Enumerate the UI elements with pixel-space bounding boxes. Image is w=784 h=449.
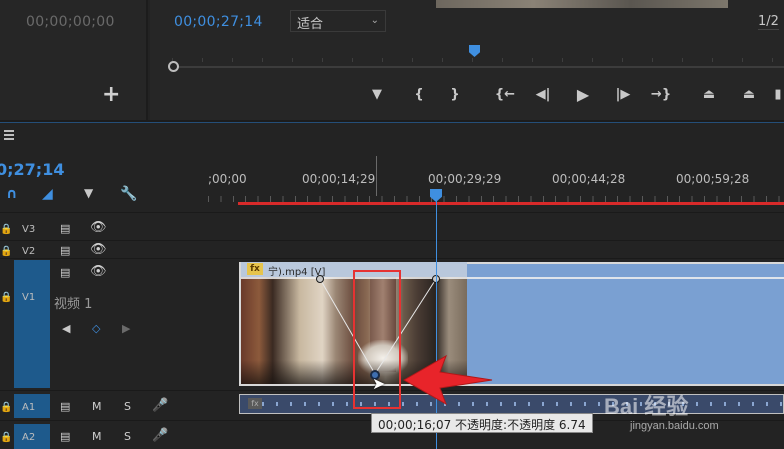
keyframe-tooltip: 00;00;16;07 不透明度:不透明度 6.74 (371, 413, 593, 433)
fx-badge[interactable]: fx (248, 398, 262, 409)
watermark-text: Bai 经验 (604, 394, 689, 419)
opacity-keyframe[interactable] (316, 275, 324, 283)
watermark-url: jingyan.baidu.com (630, 420, 719, 432)
timeline-playhead-line (436, 198, 437, 449)
highlight-box (353, 270, 401, 409)
pointer-arrow-icon (402, 354, 493, 406)
